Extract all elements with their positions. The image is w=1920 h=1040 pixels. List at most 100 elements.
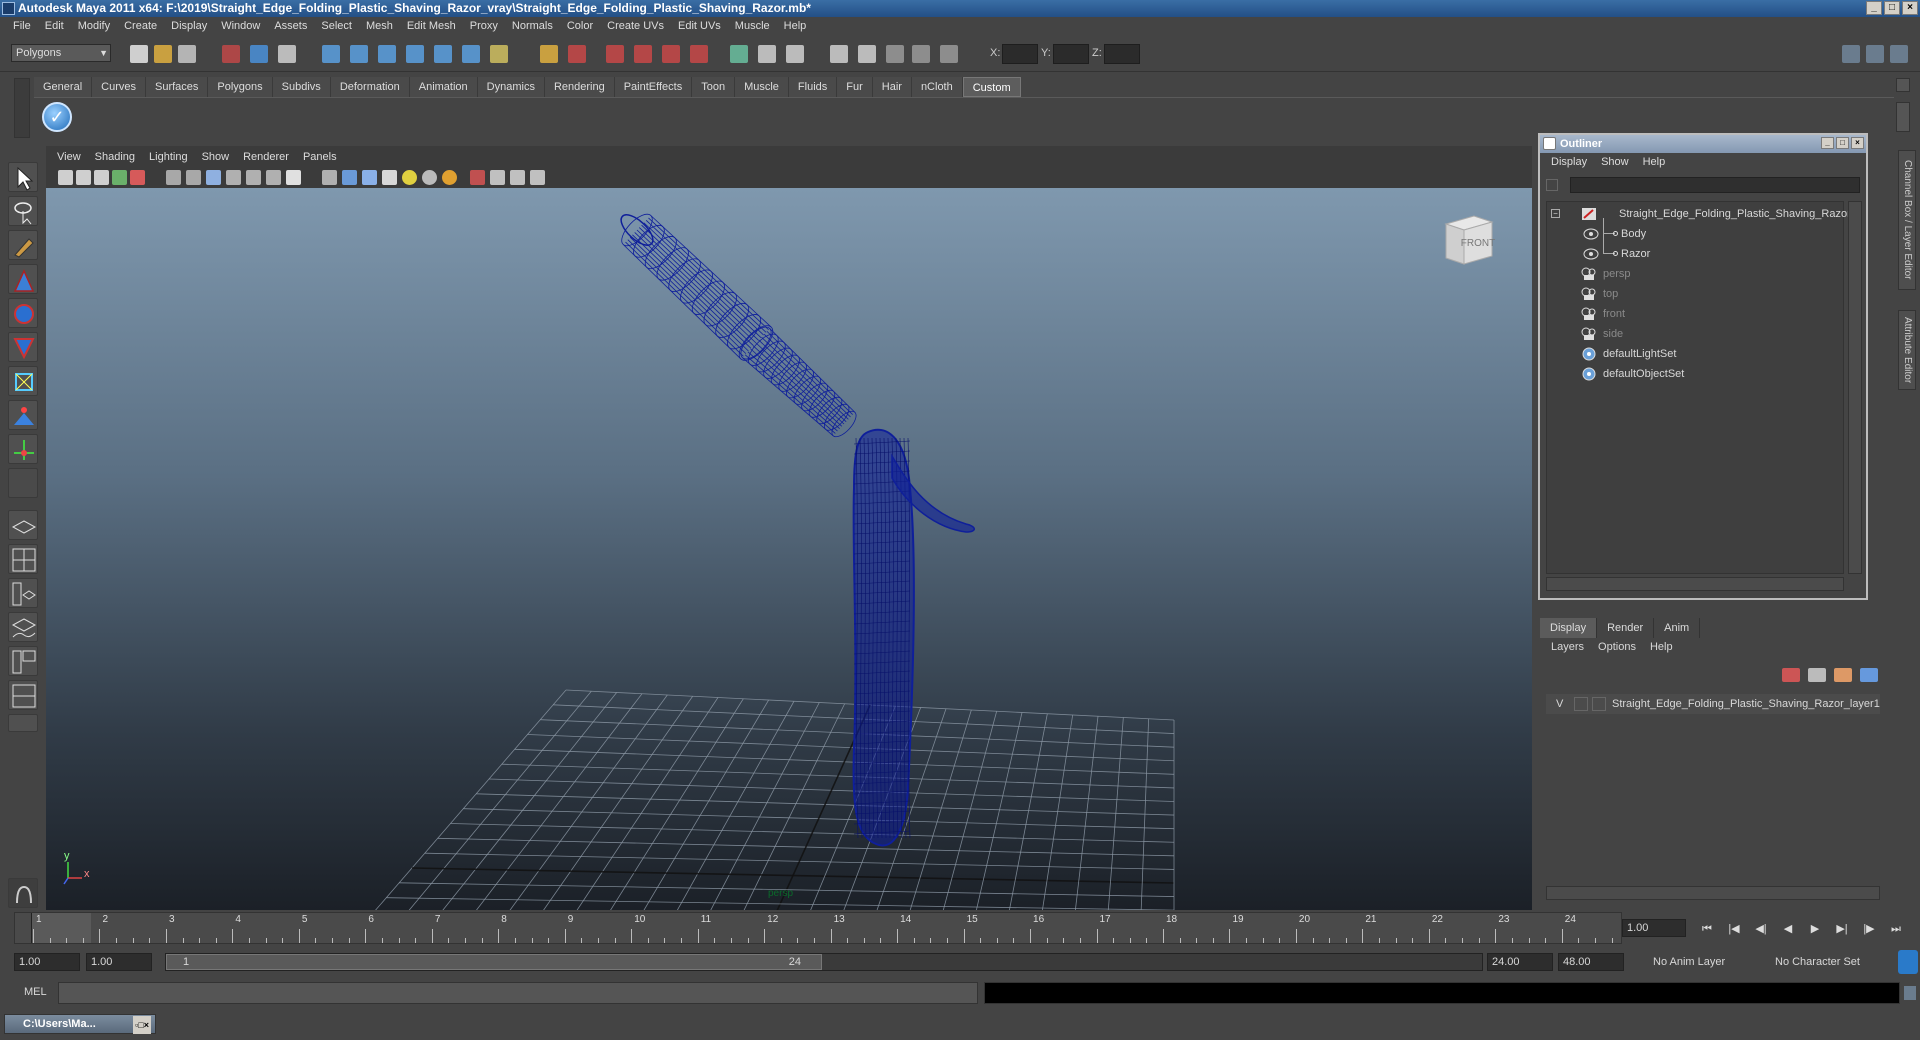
isolate-select-icon[interactable] bbox=[470, 170, 485, 185]
shelf-tab-dynamics[interactable]: Dynamics bbox=[477, 77, 545, 97]
menu-display[interactable]: Display bbox=[164, 17, 214, 36]
menu-window[interactable]: Window bbox=[214, 17, 267, 36]
wrap-deformer-icon[interactable] bbox=[8, 878, 38, 908]
persp-outliner-layout-icon[interactable] bbox=[8, 578, 38, 608]
construction-icon[interactable] bbox=[690, 45, 708, 63]
close-button[interactable]: × bbox=[1902, 1, 1918, 15]
shelf-tab-fluids[interactable]: Fluids bbox=[788, 77, 838, 97]
current-frame-field[interactable]: 1.00 bbox=[1622, 919, 1686, 937]
xray-icon[interactable] bbox=[490, 170, 505, 185]
anim-layer-selector[interactable]: No Anim Layer bbox=[1648, 953, 1760, 971]
render-settings-icon[interactable] bbox=[830, 45, 848, 63]
shelf-tab-general[interactable]: General bbox=[34, 77, 93, 97]
layer-menu-layers[interactable]: Layers bbox=[1544, 638, 1591, 656]
script-editor-icon[interactable] bbox=[1904, 986, 1916, 1000]
open-scene-icon[interactable] bbox=[154, 45, 172, 63]
menu-file[interactable]: File bbox=[6, 17, 38, 36]
layer-row[interactable]: V Straight_Edge_Folding_Plastic_Shaving_… bbox=[1546, 694, 1880, 714]
paint-select-tool-icon[interactable] bbox=[8, 230, 38, 260]
select-hierarchy-icon[interactable] bbox=[222, 45, 240, 63]
select-camera-icon[interactable] bbox=[58, 170, 73, 185]
collapse-toggle-icon[interactable]: − bbox=[1551, 209, 1560, 218]
select-component-icon[interactable] bbox=[278, 45, 296, 63]
y-input[interactable] bbox=[1053, 44, 1089, 64]
outliner-menu-show[interactable]: Show bbox=[1594, 153, 1636, 171]
history-icon[interactable] bbox=[606, 45, 624, 63]
xray-joints-icon[interactable] bbox=[510, 170, 525, 185]
command-language-label[interactable]: MEL bbox=[24, 986, 47, 998]
menu-color[interactable]: Color bbox=[560, 17, 600, 36]
viewport-menu-show[interactable]: Show bbox=[195, 148, 237, 166]
use-lights-icon[interactable] bbox=[402, 170, 417, 185]
single-perspective-layout-icon[interactable] bbox=[8, 510, 38, 540]
new-layer-selected-icon[interactable] bbox=[1782, 668, 1800, 682]
go-to-end-button[interactable]: ⏭ bbox=[1887, 921, 1905, 937]
menu-muscle[interactable]: Muscle bbox=[728, 17, 777, 36]
menu-create[interactable]: Create bbox=[117, 17, 164, 36]
shelf-tab-toon[interactable]: Toon bbox=[692, 77, 736, 97]
resolution-gate-icon[interactable] bbox=[206, 170, 221, 185]
input-ops-icon[interactable] bbox=[634, 45, 652, 63]
select-tool-icon[interactable] bbox=[8, 162, 38, 192]
shelf-tab-polygons[interactable]: Polygons bbox=[208, 77, 273, 97]
shelf-tab-fur[interactable]: Fur bbox=[837, 77, 873, 97]
layer-tab-anim[interactable]: Anim bbox=[1654, 618, 1701, 638]
new-scene-icon[interactable] bbox=[130, 45, 148, 63]
four-view-layout-icon[interactable] bbox=[8, 544, 38, 574]
outliner-item[interactable]: defaultObjectSet bbox=[1547, 364, 1843, 384]
checkmark-icon[interactable]: ✓ bbox=[42, 102, 72, 132]
outliner-maximize-button[interactable]: □ bbox=[1836, 137, 1849, 149]
menu-edit-mesh[interactable]: Edit Mesh bbox=[400, 17, 463, 36]
textured-icon[interactable] bbox=[382, 170, 397, 185]
animation-start-field[interactable]: 1.00 bbox=[14, 953, 80, 971]
render-frame-icon[interactable] bbox=[758, 45, 776, 63]
menu-modify[interactable]: Modify bbox=[71, 17, 117, 36]
scale-tool-icon[interactable] bbox=[8, 332, 38, 362]
show-manipulator-icon[interactable] bbox=[8, 434, 38, 464]
character-set-selector[interactable]: No Character Set bbox=[1770, 953, 1886, 971]
play-backward-button[interactable]: ◀ bbox=[1779, 921, 1797, 937]
ipr-render-icon[interactable] bbox=[786, 45, 804, 63]
menu-edit[interactable]: Edit bbox=[38, 17, 71, 36]
layer-tab-render[interactable]: Render bbox=[1597, 618, 1655, 638]
step-forward-key-button[interactable]: ▶| bbox=[1833, 921, 1851, 937]
shelf-tab-ncloth[interactable]: nCloth bbox=[911, 77, 963, 97]
maximize-button[interactable]: □ bbox=[1884, 1, 1900, 15]
safe-title-icon[interactable] bbox=[286, 170, 301, 185]
outliner-item[interactable]: persp bbox=[1547, 264, 1843, 284]
step-forward-frame-button[interactable]: |▶ bbox=[1860, 921, 1878, 937]
layer-color-swatch[interactable] bbox=[1592, 697, 1606, 711]
menu-select[interactable]: Select bbox=[314, 17, 359, 36]
gate-mask-icon[interactable] bbox=[226, 170, 241, 185]
grid-toggle-icon[interactable] bbox=[166, 170, 181, 185]
shelf-tab-animation[interactable]: Animation bbox=[409, 77, 478, 97]
outliner-menu-help[interactable]: Help bbox=[1636, 153, 1673, 171]
snap-live-icon[interactable] bbox=[462, 45, 480, 63]
outliner-item[interactable]: − Straight_Edge_Folding_Plastic_Shaving_R… bbox=[1547, 204, 1851, 224]
time-slider[interactable]: 1 2 3 4 5 6 7 8 9 10 11 12 13 14 15 16 17 18 19 20 21 22 23 24 bbox=[14, 912, 1622, 944]
outliner-item[interactable]: Razor bbox=[1547, 230, 1843, 264]
auto-key-icon[interactable] bbox=[1898, 950, 1918, 974]
attribute-editor-tab[interactable]: Attribute Editor bbox=[1898, 310, 1916, 390]
layer-visibility-toggle[interactable]: V bbox=[1556, 694, 1563, 714]
command-input[interactable] bbox=[58, 982, 978, 1004]
playback-start-field[interactable]: 1.00 bbox=[86, 953, 152, 971]
high-quality-icon[interactable] bbox=[442, 170, 457, 185]
select-object-icon[interactable] bbox=[250, 45, 268, 63]
outliner-minimize-button[interactable]: _ bbox=[1821, 137, 1834, 149]
menu-help[interactable]: Help bbox=[777, 17, 814, 36]
wireframe-icon[interactable] bbox=[322, 170, 337, 185]
viewport-menu-shading[interactable]: Shading bbox=[88, 148, 142, 166]
outliner-item[interactable]: Body bbox=[1547, 218, 1843, 244]
new-layer-icon[interactable] bbox=[1808, 668, 1826, 682]
layer-horizontal-scrollbar[interactable] bbox=[1546, 886, 1880, 900]
shelf-tab-custom[interactable]: Custom bbox=[962, 77, 1021, 97]
shadows-icon[interactable] bbox=[422, 170, 437, 185]
shelf-tab-surfaces[interactable]: Surfaces bbox=[145, 77, 209, 97]
menu-set-selector[interactable]: Polygons ▼ bbox=[11, 44, 111, 62]
viewport-menu-view[interactable]: View bbox=[50, 148, 88, 166]
viewcube[interactable]: FRONT bbox=[1440, 212, 1496, 268]
shelf-tab-hair[interactable]: Hair bbox=[872, 77, 912, 97]
soft-modification-icon[interactable] bbox=[8, 400, 38, 430]
perspective-viewport[interactable]: FRONT y x persp bbox=[46, 188, 1532, 910]
